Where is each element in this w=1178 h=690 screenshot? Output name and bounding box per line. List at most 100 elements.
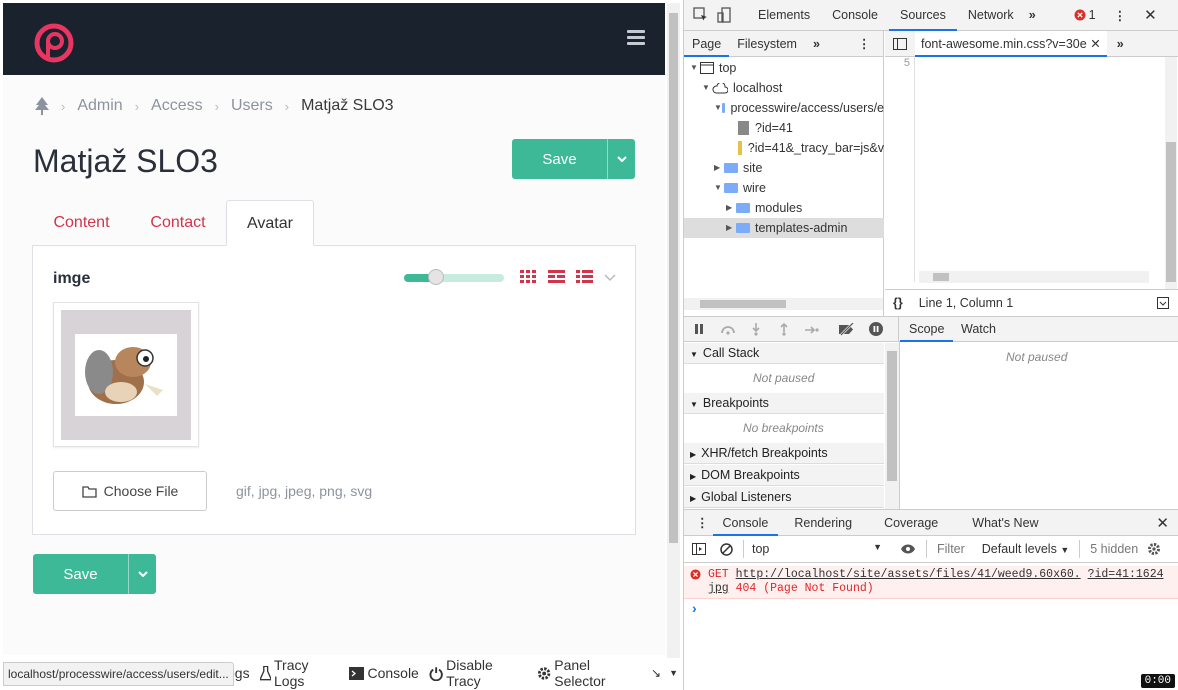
save-button-bottom[interactable]: Save [33,554,156,594]
page-scrollbar-thumb[interactable] [669,13,678,543]
breadcrumb-users[interactable]: Users [231,97,273,115]
tracy-resize-handle[interactable]: ↘ [651,666,661,680]
chevron-down-icon[interactable] [128,554,156,594]
tab-sources[interactable]: Sources [888,0,957,31]
editor-vscroll[interactable] [1165,57,1177,293]
grid-view-icon[interactable] [520,270,537,284]
tree-item-site[interactable]: ▶ site [684,158,884,178]
tracy-disable[interactable]: Disable Tracy [429,657,527,689]
editor-hscroll[interactable] [919,271,1149,283]
page-scrollbar[interactable] [667,3,680,658]
avatar-image[interactable] [61,310,191,440]
coverage-icon[interactable] [1157,297,1169,309]
pause-on-exceptions-icon[interactable] [869,322,883,336]
console-sidebar-icon[interactable] [692,543,706,555]
proportional-grid-icon[interactable] [548,270,565,284]
step-into-icon[interactable] [751,323,761,336]
close-devtools-icon[interactable]: ✕ [1144,6,1157,24]
slider-handle[interactable] [428,269,444,285]
deactivate-breakpoints-icon[interactable] [838,323,856,336]
section-xhr-breakpoints[interactable]: ▶ XHR/fetch Breakpoints [684,443,884,464]
tab-contact[interactable]: Contact [130,200,226,246]
editor-vscroll-thumb[interactable] [1166,142,1176,282]
nav-menu-icon[interactable]: ⋮ [850,31,879,57]
pause-icon[interactable] [694,324,704,334]
tree-item-id41[interactable]: ?id=41 [684,118,884,138]
tab-console[interactable]: Console [821,0,889,31]
tree-icon[interactable] [35,97,49,115]
drawer-menu-icon[interactable]: ⋮ [696,515,709,530]
tree-item-users-folder[interactable]: ▼ processwire/access/users/e [684,98,884,118]
image-thumbnail-card[interactable] [53,302,199,447]
save-button-top[interactable]: Save [512,139,635,179]
inspect-element-icon[interactable] [693,7,709,23]
tab-avatar[interactable]: Avatar [226,200,314,246]
tracy-panel-selector[interactable]: Panel Selector [537,657,641,689]
list-view-icon[interactable] [576,270,593,284]
navigator-hscroll[interactable] [684,298,883,310]
pretty-print-icon[interactable]: {} [893,296,903,310]
processwire-logo[interactable] [33,22,75,64]
error-source-link[interactable]: ?id=41:1624 [1088,568,1164,581]
tab-watch[interactable]: Watch [952,317,1005,342]
console-settings-gear-icon[interactable] [1147,542,1161,556]
choose-file-button[interactable]: Choose File [53,471,207,511]
close-tab-icon[interactable]: ✕ [1090,37,1100,51]
tab-network[interactable]: Network [957,0,1025,31]
eye-icon[interactable] [900,544,916,554]
tab-content[interactable]: Content [33,200,130,246]
error-counter[interactable]: 1 [1074,8,1096,22]
sidebar-vscroll[interactable] [885,343,899,509]
close-drawer-icon[interactable]: ✕ [1156,514,1169,532]
breadcrumb-separator: › [214,98,219,114]
step-over-icon[interactable] [720,325,736,335]
tree-label: modules [755,201,803,215]
menu-icon[interactable] [627,30,645,45]
power-icon [429,666,443,681]
filter-input[interactable]: Filter [937,542,965,556]
kebab-menu-icon[interactable]: ⋮ [1114,8,1127,23]
toggle-navigator-icon[interactable] [893,37,907,50]
drawer-tab-coverage[interactable]: Coverage [874,510,948,536]
clear-console-icon[interactable] [720,542,733,556]
tree-item-templates-admin[interactable]: ▶ templates-admin [684,218,884,238]
breadcrumb-admin[interactable]: Admin [77,97,122,115]
tab-filesystem[interactable]: Filesystem [729,31,805,57]
collapse-chevron-icon[interactable] [604,270,616,284]
tree-item-localhost[interactable]: ▼ localhost [684,78,884,98]
tracy-tracy-logs[interactable]: Tracy Logs [259,657,340,689]
drawer-tab-rendering[interactable]: Rendering [784,510,862,536]
tree-item-modules[interactable]: ▶ modules [684,198,884,218]
section-global-listeners[interactable]: ▶ Global Listeners [684,487,884,508]
drawer-tab-whats-new[interactable]: What's New [962,510,1048,536]
breadcrumb-access[interactable]: Access [151,97,203,115]
tree-item-top[interactable]: ▼ top [684,58,884,78]
tab-elements[interactable]: Elements [747,0,821,31]
image-size-slider[interactable] [404,269,504,285]
avatar-panel: imge Choose File gif, jpg, jpeg, png, sv… [32,245,636,535]
chevron-down-icon[interactable] [607,139,635,179]
drawer-tab-console[interactable]: Console [712,510,779,536]
console-prompt[interactable]: › [692,600,697,616]
context-selector[interactable]: top ▼ [752,542,882,556]
tree-item-tracy-js[interactable]: ?id=41&_tracy_bar=js&v [684,138,884,158]
more-tabs-icon[interactable]: » [1029,8,1036,22]
section-call-stack[interactable]: ▼ Call Stack [684,343,884,364]
tree-item-wire[interactable]: ▼ wire [684,178,884,198]
log-levels-dropdown[interactable]: Default levels ▼ [982,542,1069,556]
error-url[interactable]: http://localhost/site/assets/files/41/we… [736,568,1081,581]
section-label: Breakpoints [702,396,769,410]
device-toolbar-icon[interactable] [717,7,733,23]
more-editor-tabs-icon[interactable]: » [1117,37,1124,51]
more-nav-icon[interactable]: » [805,31,828,57]
editor-tab-file[interactable]: font-awesome.min.css?v=30e ✕ [915,30,1107,57]
step-icon[interactable] [805,325,819,335]
section-dom-breakpoints[interactable]: ▶ DOM Breakpoints [684,465,884,486]
tab-scope[interactable]: Scope [900,317,954,342]
tracy-console[interactable]: Console [349,665,419,681]
step-out-icon[interactable] [779,323,789,336]
tab-page[interactable]: Page [684,31,730,57]
tracy-scroll-down-icon[interactable]: ▼ [669,668,678,678]
section-breakpoints[interactable]: ▼ Breakpoints [684,393,884,414]
error-url-ext[interactable]: jpg [708,582,729,595]
